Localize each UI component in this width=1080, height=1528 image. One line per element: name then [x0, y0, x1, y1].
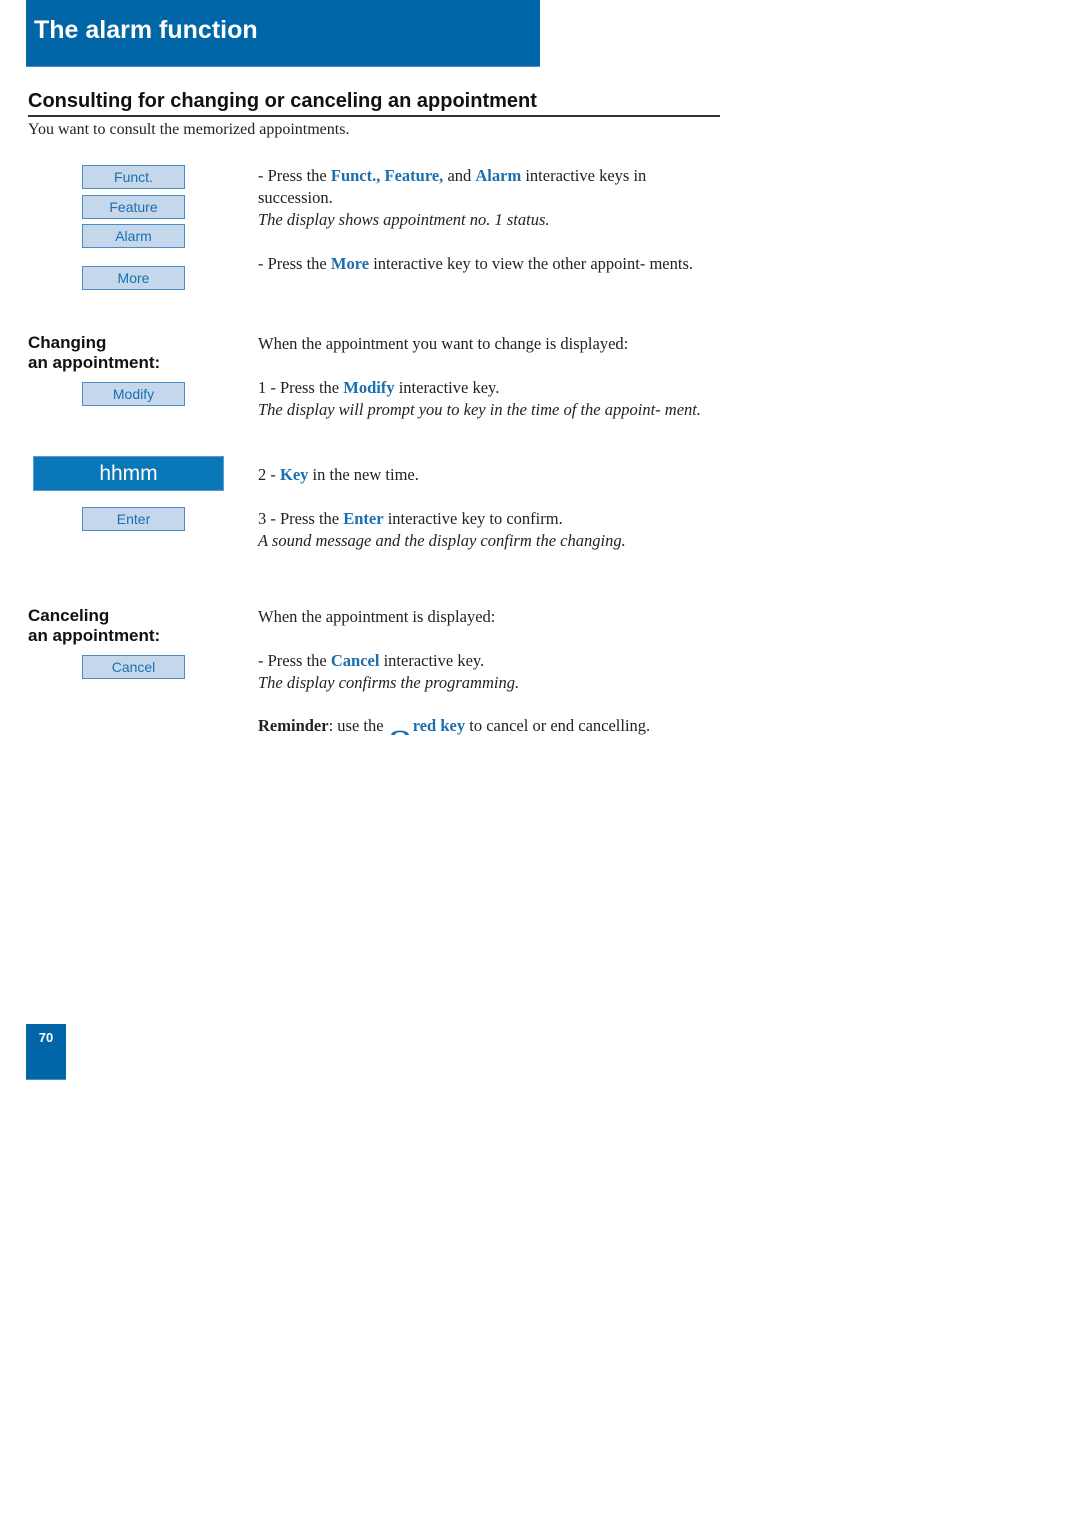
- softkey-cancel[interactable]: Cancel: [82, 655, 185, 679]
- keyword-more: More: [330, 254, 370, 273]
- keyword-cancel: Cancel: [330, 651, 380, 670]
- softkey-modify[interactable]: Modify: [82, 382, 185, 406]
- step-change-3: 3 - Press the Enter interactive key to c…: [258, 509, 626, 550]
- changing-label-line2: an appointment:: [28, 353, 161, 372]
- cancel-intro: When the appointment is displayed:: [258, 607, 496, 626]
- softkey-enter[interactable]: Enter: [82, 507, 185, 531]
- change-intro: When the appointment you want to change …: [258, 334, 629, 353]
- canceling-label: Canceling an appointment:: [28, 606, 160, 646]
- keyword-funct-feature: Funct., Feature,: [330, 166, 444, 185]
- step-change-3-note: A sound message and the display confirm …: [258, 531, 626, 550]
- keyword-enter: Enter: [343, 509, 384, 528]
- keyword-alarm: Alarm: [475, 166, 522, 185]
- step-cancel-note: The display confirms the programming.: [258, 673, 520, 692]
- softkey-alarm[interactable]: Alarm: [82, 224, 185, 248]
- keyword-modify: Modify: [343, 378, 395, 397]
- step-change-1: 1 - Press the Modify interactive key. Th…: [258, 378, 701, 419]
- section-title: Consulting for changing or canceling an …: [28, 90, 720, 117]
- reminder: Reminder: use the red key to cancel or e…: [258, 716, 651, 736]
- step-consult: - Press the Funct., Feature, and Alarm i…: [258, 166, 647, 229]
- changing-label-line1: Changing: [28, 333, 107, 352]
- softkey-more[interactable]: More: [82, 266, 185, 290]
- step-change-2: 2 - Key in the new time.: [258, 465, 419, 484]
- step-change-1-note: The display will prompt you to key in th…: [258, 400, 701, 419]
- page-number: 70: [38, 1030, 54, 1045]
- page-number-tab: 70: [26, 1024, 66, 1080]
- reminder-label: Reminder: [258, 716, 329, 735]
- softkey-funct[interactable]: Funct.: [82, 165, 185, 189]
- canceling-label-line1: Canceling: [28, 606, 110, 625]
- keyword-red-key: red key: [412, 716, 466, 735]
- chapter-header-bar: The alarm function: [26, 0, 540, 67]
- chapter-title: The alarm function: [34, 16, 258, 44]
- display-time-field: hhmm: [33, 456, 224, 491]
- canceling-label-line2: an appointment:: [28, 626, 161, 645]
- keyword-key: Key: [280, 465, 309, 484]
- step-cancel: - Press the Cancel interactive key. The …: [258, 651, 520, 692]
- changing-label: Changing an appointment:: [28, 333, 160, 373]
- section-intro: You want to consult the memorized appoin…: [28, 121, 350, 138]
- softkey-feature[interactable]: Feature: [82, 195, 185, 219]
- step-more: - Press the More interactive key to view…: [258, 254, 694, 273]
- step-consult-note: The display shows appointment no. 1 stat…: [258, 210, 550, 229]
- red-key-handset-icon: [390, 721, 410, 736]
